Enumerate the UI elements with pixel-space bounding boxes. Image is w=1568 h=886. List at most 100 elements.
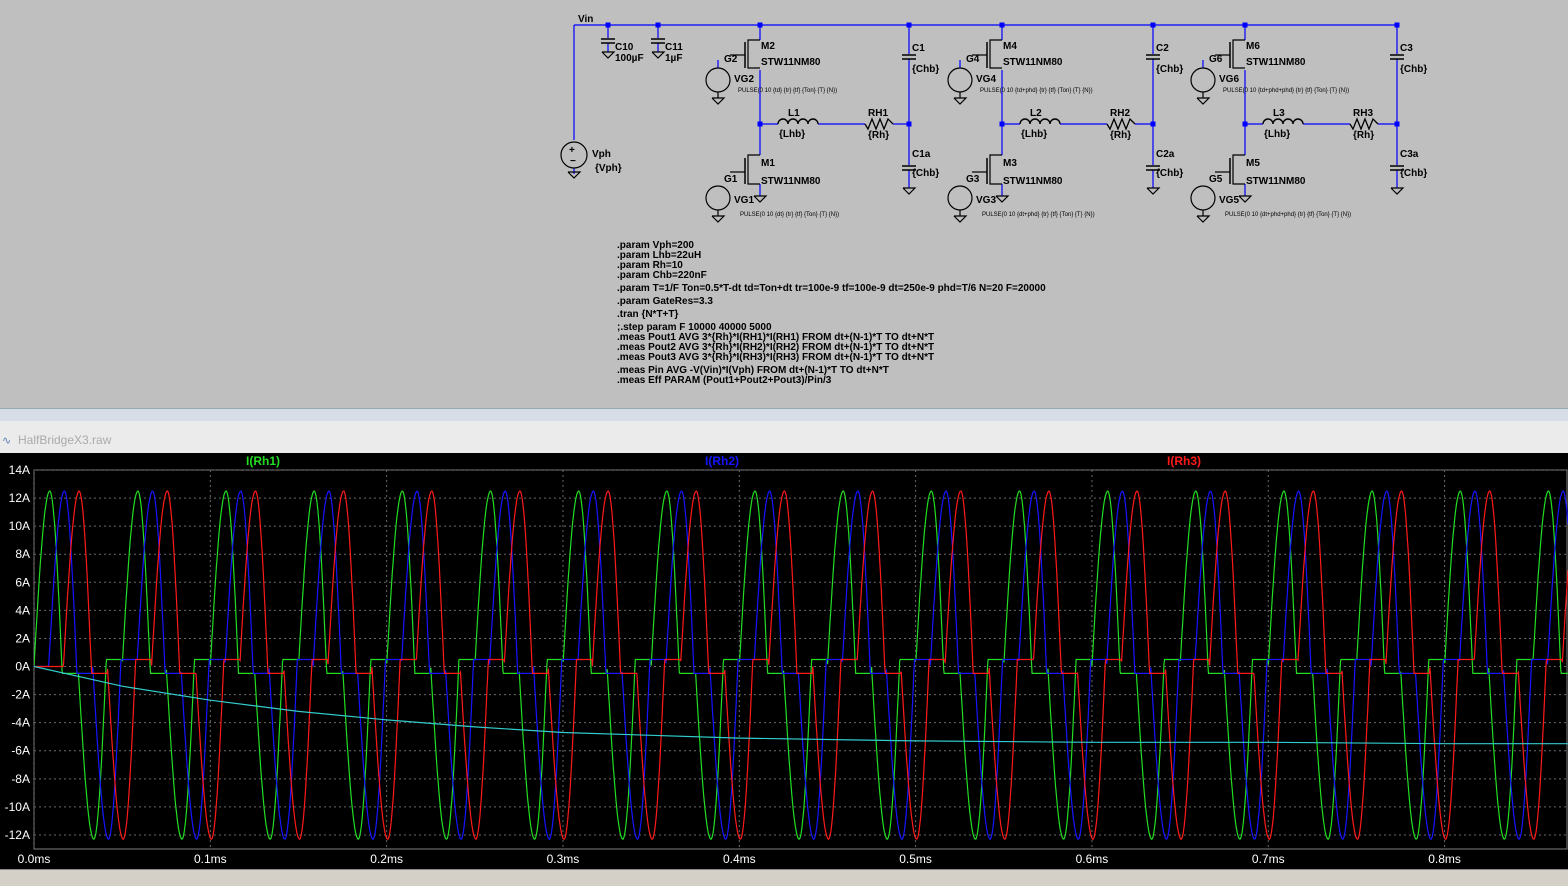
cap-value: {Chb} <box>912 168 939 179</box>
ground-icon <box>1238 195 1253 203</box>
cap-value: {Chb} <box>1400 168 1427 179</box>
fet-name: M2 <box>761 41 775 52</box>
trace-I(Rh2) <box>34 490 1568 840</box>
waveform-plot[interactable]: 14A 12A 10A 8A 6A 4A 2A 0A -2A -4A -6A -8A -10A -12A 0… <box>0 453 1568 869</box>
plot-canvas[interactable]: 14A 12A 10A 8A 6A 4A 2A 0A -2A -4A -6A -8A -10A -12A 0… <box>0 453 1568 869</box>
junction-dot <box>906 22 912 28</box>
mosfet-icon <box>989 39 1002 69</box>
fet-name: M6 <box>1246 41 1260 52</box>
pulse-spec: PULSE(0 10 {dt+phd} {tr} {tf} {Ton} {T} … <box>982 212 1095 218</box>
gate-source-icon <box>1190 67 1216 93</box>
directive-line[interactable]: .tran {N*T+T} <box>617 310 1046 320</box>
junction-dot <box>999 121 1005 127</box>
gate-source-name: VG4 <box>976 74 996 85</box>
directive-line[interactable]: .param T=1/F Ton=0.5*T-dt td=Ton+dt tr=1… <box>617 284 1046 294</box>
status-bar <box>0 869 1568 886</box>
inductor-name: L1 <box>788 108 800 119</box>
y-tick-label: 10A <box>9 519 30 533</box>
junction-dot <box>999 22 1005 28</box>
junction-dot <box>757 121 763 127</box>
junction-dot <box>655 22 661 28</box>
gate-source-icon <box>947 185 973 211</box>
y-tick-label: -12A <box>5 828 30 842</box>
junction-dot <box>605 22 611 28</box>
mosfet-icon <box>989 154 1002 185</box>
resistor-name: RH1 <box>868 108 888 119</box>
fet-model: STW11NM80 <box>761 176 821 187</box>
y-tick-label: 14A <box>9 463 30 477</box>
schematic-editor[interactable]: Vin + − Vph {Vph} C10 100µF C11 1µF M2 STW11NM80 G2… <box>0 0 1568 408</box>
gate-source-icon <box>705 185 731 211</box>
plus-sign: + <box>569 145 575 156</box>
pulse-spec: PULSE(0 10 {td+phd+phd} {tr} {tf} {Ton} … <box>1223 88 1349 94</box>
fet-model: STW11NM80 <box>1003 176 1063 187</box>
junction-dot <box>1394 22 1400 28</box>
inductor-name: L2 <box>1030 108 1042 119</box>
inductor-value: {Lhb} <box>779 129 805 140</box>
junction-dot <box>1394 121 1400 127</box>
ground-icon <box>711 97 726 105</box>
plot-frame <box>33 469 1568 850</box>
cap-value: {Chb} <box>1156 64 1183 75</box>
y-tick-label: 4A <box>15 603 30 617</box>
x-tick-label: 0.8ms <box>1428 852 1461 866</box>
inductor-name: L3 <box>1273 108 1285 119</box>
ground-icon <box>601 51 616 59</box>
cap-value: {Chb} <box>1400 64 1427 75</box>
legend-entry: I(Rh1) <box>246 454 280 468</box>
legend-entry: I(Rh2) <box>705 454 739 468</box>
ground-icon <box>902 187 917 195</box>
waveform-icon: ∿ <box>2 434 12 447</box>
ground-icon <box>1196 215 1211 223</box>
junction-dot <box>1150 121 1156 127</box>
mosfet-icon <box>747 154 760 185</box>
ground-icon <box>753 195 768 203</box>
spice-directives[interactable]: .param Vph=200 .param Lhb=22uH .param Rh… <box>617 241 1046 386</box>
cap-name: C11 <box>665 42 683 53</box>
y-tick-label: 8A <box>15 547 30 561</box>
cap-name: C1a <box>912 149 931 160</box>
fet-model: STW11NM80 <box>1003 57 1063 68</box>
y-tick-label: -2A <box>11 688 30 702</box>
ground-icon <box>1390 187 1405 195</box>
pane-splitter[interactable] <box>0 408 1568 422</box>
junction-dot <box>906 121 912 127</box>
minus-sign: − <box>570 156 576 167</box>
ground-icon <box>1146 187 1161 195</box>
directive-line[interactable]: .param GateRes=3.3 <box>617 297 1046 307</box>
trace-I(Rh3) <box>34 490 1568 840</box>
mosfet-icon <box>1232 39 1245 69</box>
y-tick-label: 0A <box>15 660 30 674</box>
resistor-value: {Rh} <box>868 130 889 141</box>
trace-I(Rh1) <box>34 490 1568 841</box>
directive-line[interactable]: .meas Eff PARAM (Pout1+Pout2+Pout3)/Pin/… <box>617 376 1046 386</box>
y-tick-label: -4A <box>11 716 30 730</box>
y-tick-label: -10A <box>5 800 30 814</box>
resistor-name: RH2 <box>1110 108 1130 119</box>
directive-line[interactable]: .meas Pout3 AVG 3*{Rh}*I(RH3)*I(RH3) FRO… <box>617 353 1046 363</box>
x-tick-label: 0.5ms <box>899 852 932 866</box>
fet-name: M3 <box>1003 158 1017 169</box>
cap-value: {Chb} <box>912 64 939 75</box>
resistor-value: {Rh} <box>1353 130 1374 141</box>
x-tick-label: 0.6ms <box>1076 852 1109 866</box>
gate-source-name: VG5 <box>1219 195 1239 206</box>
gate-net-label: G1 <box>724 174 738 185</box>
ground-icon <box>953 215 968 223</box>
pulse-spec: PULSE(0 10 {td+phd} {tr} {tf} {Ton} {T} … <box>980 88 1093 94</box>
resistor-icon <box>1349 117 1379 131</box>
inductor-value: {Lhb} <box>1264 129 1290 140</box>
source-name: Vph <box>592 149 611 160</box>
fet-name: M5 <box>1246 158 1260 169</box>
gate-source-icon <box>947 67 973 93</box>
directive-line[interactable]: .param Chb=220nF <box>617 271 1046 281</box>
pulse-spec: PULSE(0 10 {dt} {tr} {tf} {Ton} {T} {N}) <box>740 212 839 218</box>
resistor-name: RH3 <box>1353 108 1373 119</box>
x-tick-label: 0.0ms <box>18 852 51 866</box>
cap-name: C10 <box>615 42 634 53</box>
fet-name: M4 <box>1003 41 1017 52</box>
waveform-window-titlebar[interactable]: ∿ HalfBridgeX3.raw <box>0 421 1568 454</box>
mosfet-icon <box>1232 154 1245 185</box>
ground-icon <box>953 97 968 105</box>
gate-net-label: G6 <box>1209 54 1223 65</box>
